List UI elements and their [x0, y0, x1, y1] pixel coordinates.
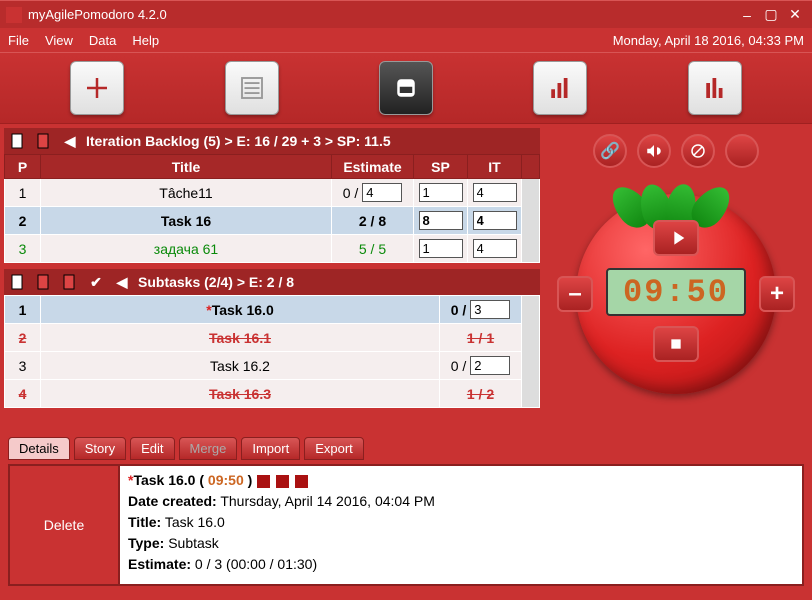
compass-icon[interactable]	[681, 134, 715, 168]
tab-details[interactable]: Details	[8, 437, 70, 460]
check-icon[interactable]: ✔	[86, 272, 106, 292]
chart-button-2[interactable]	[688, 61, 742, 115]
table-row[interactable]: 2 Task 16.1 1 / 1	[5, 324, 540, 352]
it-input[interactable]	[473, 239, 517, 258]
close-button[interactable]: ✕	[784, 6, 806, 24]
subtasks-header: ✔ ◀ Subtasks (2/4) > E: 2 / 8	[4, 269, 540, 295]
titlebar: myAgilePomodoro 4.2.0 – ▢ ✕	[0, 0, 812, 28]
table-row[interactable]: 3 задача 61 5 / 5	[5, 235, 540, 263]
doc-icon-2[interactable]	[34, 131, 54, 151]
sp-input[interactable]	[419, 239, 463, 258]
tab-export[interactable]: Export	[304, 437, 364, 460]
add-button[interactable]	[70, 61, 124, 115]
minus-button[interactable]: –	[557, 276, 593, 312]
menu-view[interactable]: View	[45, 33, 73, 48]
menu-file[interactable]: File	[8, 33, 29, 48]
pomodoro-square-icon	[257, 475, 270, 488]
timer-display: 09:50	[606, 268, 746, 316]
chart-button-1[interactable]	[533, 61, 587, 115]
subtasks-header-text: Subtasks (2/4) > E: 2 / 8	[138, 274, 294, 290]
sp-input[interactable]	[419, 183, 463, 202]
col-scroll	[522, 155, 540, 179]
table-row[interactable]: 2 Task 16 2 / 8	[5, 207, 540, 235]
timer-tab-button[interactable]	[379, 61, 433, 115]
doc-icon-2[interactable]	[34, 272, 54, 292]
tab-import[interactable]: Import	[241, 437, 300, 460]
it-input[interactable]	[473, 211, 517, 230]
toolbar	[0, 52, 812, 124]
tomato-timer: – 09:50 +	[561, 176, 791, 406]
menu-data[interactable]: Data	[89, 33, 116, 48]
left-panel: ◀ Iteration Backlog (5) > E: 16 / 29 + 3…	[0, 124, 544, 436]
col-it[interactable]: IT	[468, 155, 522, 179]
backlog-header-text: Iteration Backlog (5) > E: 16 / 29 + 3 >…	[86, 133, 391, 149]
doc-icon-1[interactable]	[8, 131, 28, 151]
tab-merge: Merge	[179, 437, 238, 460]
details-panel: Delete *Task 16.0 ( 09:50 ) Date created…	[8, 464, 804, 586]
subtasks-table: 1 *Task 16.0 0 / 2 Task 16.1 1 / 1 3 Tas…	[4, 295, 540, 408]
pomodoro-square-icon	[276, 475, 289, 488]
app-icon	[6, 7, 22, 23]
col-title[interactable]: Title	[41, 155, 332, 179]
tab-story[interactable]: Story	[74, 437, 126, 460]
maximize-button[interactable]: ▢	[760, 6, 782, 24]
backlog-table: P Title Estimate SP IT 1 Tâche11 0 / 2 T…	[4, 154, 540, 263]
col-p[interactable]: P	[5, 155, 41, 179]
table-row[interactable]: 1 *Task 16.0 0 /	[5, 296, 540, 324]
scrollbar[interactable]	[522, 179, 540, 263]
doc-icon-3[interactable]	[60, 272, 80, 292]
col-sp[interactable]: SP	[414, 155, 468, 179]
backlog-header: ◀ Iteration Backlog (5) > E: 16 / 29 + 3…	[4, 128, 540, 154]
table-row[interactable]: 1 Tâche11 0 /	[5, 179, 540, 207]
sound-icon[interactable]	[637, 134, 671, 168]
delete-button[interactable]: Delete	[10, 466, 120, 584]
scrollbar[interactable]	[522, 296, 540, 408]
minimize-button[interactable]: –	[736, 6, 758, 24]
table-row[interactable]: 4 Task 16.3 1 / 2	[5, 380, 540, 408]
timer-panel: 🔗 – 09:50 +	[544, 124, 808, 436]
menubar: File View Data Help Monday, April 18 201…	[0, 28, 812, 52]
link-icon[interactable]: 🔗	[593, 134, 627, 168]
est-input[interactable]	[362, 183, 402, 202]
detail-task-title: *Task 16.0 ( 09:50 )	[128, 470, 794, 491]
expand-icon[interactable]	[725, 134, 759, 168]
est-input[interactable]	[470, 356, 510, 375]
detail-tabs: Details Story Edit Merge Import Export	[0, 436, 812, 460]
current-date: Monday, April 18 2016, 04:33 PM	[613, 33, 804, 48]
play-button[interactable]	[653, 220, 699, 256]
menu-help[interactable]: Help	[132, 33, 159, 48]
col-estimate[interactable]: Estimate	[332, 155, 414, 179]
collapse-left-icon[interactable]: ◀	[112, 272, 132, 292]
doc-icon-1[interactable]	[8, 272, 28, 292]
tab-edit[interactable]: Edit	[130, 437, 174, 460]
table-row[interactable]: 3 Task 16.2 0 /	[5, 352, 540, 380]
list-button[interactable]	[225, 61, 279, 115]
details-content: *Task 16.0 ( 09:50 ) Date created: Thurs…	[120, 466, 802, 584]
collapse-left-icon[interactable]: ◀	[60, 131, 80, 151]
plus-button[interactable]: +	[759, 276, 795, 312]
est-input[interactable]	[470, 300, 510, 319]
pomodoro-square-icon	[295, 475, 308, 488]
it-input[interactable]	[473, 183, 517, 202]
sp-input[interactable]	[419, 211, 463, 230]
stop-button[interactable]	[653, 326, 699, 362]
window-title: myAgilePomodoro 4.2.0	[28, 7, 734, 22]
